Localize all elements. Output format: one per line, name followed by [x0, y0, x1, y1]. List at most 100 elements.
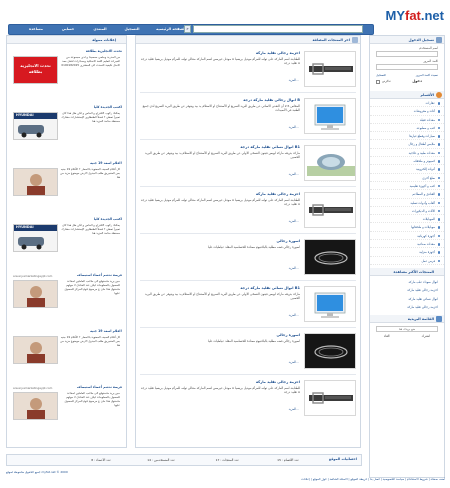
category-link[interactable]: موبايلات و ملحقاتها: [370, 223, 444, 232]
ad-title[interactable]: افلام اسعد 19 جنيه!: [11, 161, 122, 165]
product-thumbnail[interactable]: [304, 286, 356, 322]
product-title[interactable]: احزمة رجالى تقليد ماركة: [140, 380, 300, 384]
category-link[interactable]: عقارات: [370, 99, 444, 108]
popular-product-link[interactable]: انوال نسائي تقليد ماركة: [370, 295, 444, 304]
nav-help[interactable]: مساعدة: [21, 25, 51, 34]
register-link[interactable]: التسجيل: [376, 73, 386, 77]
username-input[interactable]: [376, 51, 438, 57]
product-description: ماركة بتريقه ماركة لويس فيتون النسخى الا…: [145, 292, 300, 301]
ad-title[interactable]: اكتتب الجديدة كليا: [11, 217, 122, 221]
product-description: اسورة رجالي فضه مطلية بالبلاتنيوم مضادة …: [207, 339, 300, 343]
category-link[interactable]: أدوات إلكترونية: [370, 165, 444, 174]
nav-register[interactable]: التسجيل: [117, 25, 147, 34]
ad-image[interactable]: [13, 392, 58, 420]
product-thumbnail[interactable]: [304, 333, 356, 369]
login-submit-button[interactable]: دخول: [412, 79, 422, 83]
categories-list: عقارات أثاث و مفروشات معدات ثقيلة كتب و مطب…: [370, 99, 444, 265]
product-title[interactable]: اسورة رجالي: [140, 239, 300, 243]
latest-products-header: اخر المنتجات المضافة: [136, 36, 360, 44]
ad-image[interactable]: HYUNDAI: [13, 112, 58, 140]
product-thumbnail[interactable]: [304, 51, 356, 87]
category-link[interactable]: ملابس أطفال و رجال: [370, 140, 444, 149]
category-link[interactable]: معدات صناعية: [370, 240, 444, 249]
category-link[interactable]: ألعاب وأدوات تسلية: [370, 199, 444, 207]
footer-links[interactable]: أضف صفحة | شروط الاستخدام | سياسة الخصوص…: [301, 477, 445, 481]
product-more-link[interactable]: المزيد...: [289, 78, 299, 82]
popular-product-link[interactable]: احزمة رجالي تقليد ماركة: [370, 303, 444, 312]
nav-account[interactable]: حسابي: [53, 25, 83, 34]
mailing-email-input[interactable]: ضع بريدك هنا: [376, 325, 438, 332]
category-link[interactable]: معدات طبية و علاجية: [370, 149, 444, 158]
product-title[interactable]: احزمة رجالى تقليد ماركة: [140, 192, 300, 196]
product-thumbnail[interactable]: [304, 192, 356, 228]
category-link[interactable]: فرص عمل: [370, 257, 444, 265]
category-link[interactable]: الموبايلات: [370, 215, 444, 224]
subscribe-button[interactable]: اشترك: [422, 334, 430, 338]
product-title[interactable]: اسورة رجالي: [140, 333, 300, 337]
category-link[interactable]: أجهزة كهربائية: [370, 232, 444, 241]
forgot-password-link[interactable]: نسيت كلمة المرور: [416, 73, 438, 77]
stat-products: عدد المنتجات : 17: [215, 458, 239, 462]
search-button[interactable]: »: [184, 25, 191, 33]
ad-image[interactable]: [13, 168, 58, 196]
ad-brand-text: HYUNDAI: [16, 113, 34, 117]
product-thumbnail[interactable]: [304, 145, 356, 181]
search-input[interactable]: [193, 25, 363, 33]
ad-url[interactable]: anuary.amarketingeypt.com: [13, 386, 52, 390]
remember-checkbox[interactable]: [376, 80, 380, 84]
product-item: اسورة رجالي اسورة رجالي فضه مطلية بالبلات…: [136, 329, 360, 375]
product-thumbnail[interactable]: [304, 98, 356, 134]
sponsored-header: إعلانات ممولة: [7, 36, 126, 44]
product-title[interactable]: انوال نسائي تقليد ماركة درجة B1: [140, 286, 300, 290]
category-link[interactable]: سلع أخرى: [370, 174, 444, 182]
login-title: تسجيل الدخول: [408, 38, 434, 42]
product-description: مودنل غيرمس لسم الماركة متتالي تولنه للم…: [140, 198, 300, 207]
site-logo[interactable]: MYfat.net: [380, 8, 444, 23]
stats-title: احصائيات الموقع: [328, 457, 357, 461]
products-column: اخر المنتجات المضافة احزمة رجالى تقليد م…: [135, 35, 361, 448]
ad-image[interactable]: تحدث الانجليزية بطلاقة: [13, 56, 58, 84]
popular-product-link[interactable]: احزمة رجالى تقليد ماركة: [370, 286, 444, 295]
category-link[interactable]: أثاث و مفروشات: [370, 107, 444, 116]
product-title[interactable]: احزمة رجالى تقليد ماركة: [140, 51, 300, 55]
ad-brand-text: HYUNDAI: [16, 225, 34, 229]
product-more-link[interactable]: المزيد...: [289, 219, 299, 223]
ad-block: اكتتب الجديدة كليا HYUNDAI يمكنك ركوب الاق…: [7, 215, 126, 269]
product-more-link[interactable]: المزيد...: [289, 407, 299, 411]
category-link[interactable]: أجهزة منزلية: [370, 248, 444, 257]
lock-icon: [436, 37, 442, 43]
ad-title[interactable]: افلام اسعد 19 جنيه!: [11, 329, 122, 333]
ad-title[interactable]: اكتتب الجديدة كليا: [11, 105, 122, 109]
folder-icon: [436, 92, 442, 98]
product-title[interactable]: انوال نسائي تقليد ماركة درجة B1: [140, 145, 300, 149]
product-more-link[interactable]: المزيد...: [289, 172, 299, 176]
ad-image[interactable]: [13, 336, 58, 364]
product-more-link[interactable]: المزيد...: [289, 266, 299, 270]
product-description: المقاس 2.5 أن النعدي الاساتي عن طريق الب…: [142, 104, 300, 113]
header: MYfat.net الصفحه الرئيسيه التسجيل المنتد…: [8, 8, 444, 35]
ad-block: فرصة تدشم أعضاء استبصاف حين يريد ماستوقع …: [7, 271, 126, 325]
product-more-link[interactable]: المزيد...: [289, 360, 299, 364]
product-item: انوال نسائي تقليد ماركة درجة B1 ماركة بتر…: [136, 282, 360, 328]
product-thumbnail[interactable]: [304, 239, 356, 275]
ad-image[interactable]: [13, 280, 58, 308]
product-thumbnail[interactable]: [304, 380, 356, 416]
category-link[interactable]: معدات ثقيلة: [370, 116, 444, 124]
popular-product-link[interactable]: انوال سوداء علب ماركة: [370, 278, 444, 287]
category-link[interactable]: كتب و أجهزة تعليمية: [370, 182, 444, 191]
nav-forum[interactable]: المنتدى: [85, 25, 115, 34]
category-link[interactable]: كتب و مطبوعة: [370, 124, 444, 133]
ad-url[interactable]: anuary.amarketingeypt.com: [13, 274, 52, 278]
ad-title[interactable]: تحدث الانجليزية بطلاقة: [11, 49, 122, 53]
product-more-link[interactable]: المزيد...: [289, 125, 299, 129]
ad-image[interactable]: HYUNDAI: [13, 224, 58, 252]
ads-column: إعلانات ممولة تحدث الانجليزية بطلاقة تحدث…: [6, 35, 127, 448]
category-link[interactable]: الفنادق و المطاعم: [370, 190, 444, 199]
product-more-link[interactable]: المزيد...: [289, 313, 299, 317]
category-link[interactable]: الأثاث و الديكورات: [370, 207, 444, 216]
category-link[interactable]: كمبيوتر و ملحقاته: [370, 157, 444, 166]
unsubscribe-button[interactable]: الغاء: [384, 334, 390, 338]
category-link[interactable]: سيارات وقطع غيارها: [370, 132, 444, 141]
product-item: انوال رجالي تقليد ماركة درجة B المقاس 2.5…: [136, 94, 360, 140]
product-title[interactable]: انوال رجالي تقليد ماركة درجة B: [140, 98, 300, 102]
